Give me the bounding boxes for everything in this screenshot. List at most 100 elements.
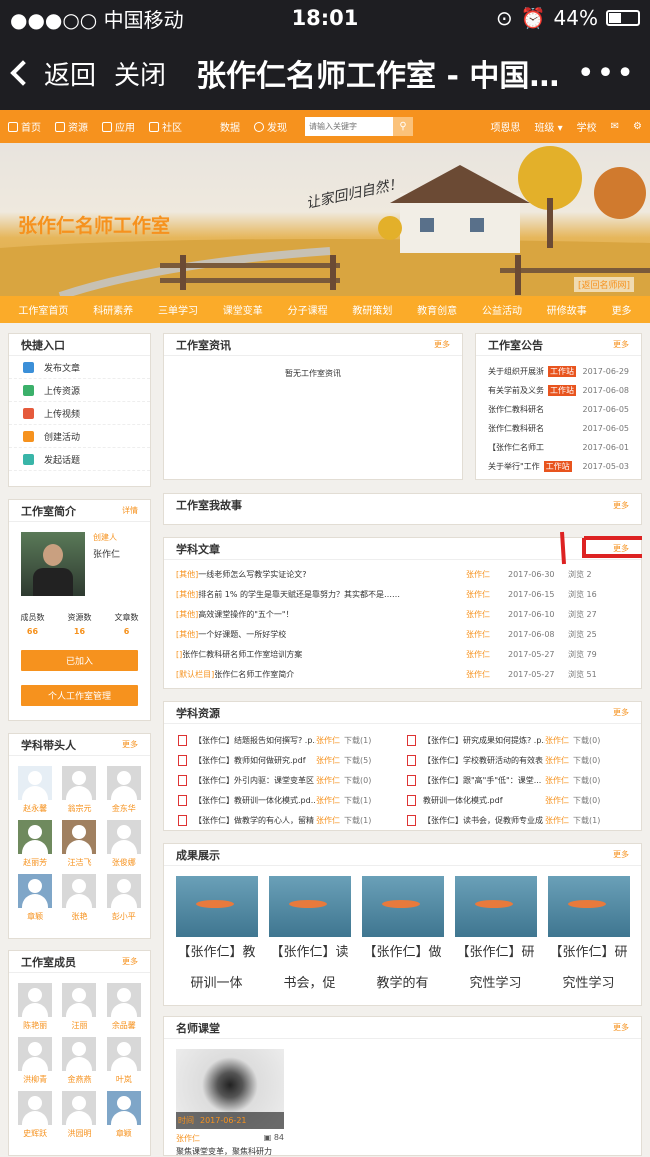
joined-button[interactable]: 已加入 xyxy=(21,650,138,671)
site-top-nav: 首页 资源 应用 社区 数据 发现 ⚲ 项恩思 班级 ▾ 学校 ✉ ⚙ xyxy=(0,110,650,143)
leader-card[interactable]: 章颖 xyxy=(15,874,55,922)
intro-stats: 成员数 66 资源数 16 文章数 6 xyxy=(9,612,150,636)
avatar xyxy=(62,1091,97,1125)
member-card[interactable]: 史辉跃 xyxy=(15,1091,55,1139)
member-card[interactable]: 洪柳青 xyxy=(15,1037,55,1085)
notice-item[interactable]: 有关学前及义务 工作站 2017-06-08 xyxy=(476,381,641,400)
tab-research[interactable]: 科研素养 xyxy=(93,302,133,317)
leader-card[interactable]: 翁宗元 xyxy=(59,766,99,814)
avatar xyxy=(106,1037,141,1071)
tab-planning[interactable]: 教研策划 xyxy=(352,302,392,317)
mail-icon[interactable]: ✉ xyxy=(611,121,619,132)
tab-three-list[interactable]: 三单学习 xyxy=(158,302,198,317)
resource-row[interactable]: 【张作仁】教师如何做研究.pdf 张作仁 下载(5) xyxy=(178,750,403,770)
tab-creative[interactable]: 教育创意 xyxy=(417,302,457,317)
leader-card[interactable]: 金东华 xyxy=(104,766,144,814)
members-more-link[interactable]: 更多 xyxy=(122,956,138,967)
tab-course[interactable]: 分子课程 xyxy=(288,302,328,317)
leaders-more-link[interactable]: 更多 xyxy=(122,739,138,750)
school-link[interactable]: 学校 xyxy=(577,119,597,134)
course-card[interactable]: 时间 2017-06-21 张作仁 ▣ 84 聚焦课堂变革，聚焦科研力 xyxy=(164,1039,641,1157)
tab-charity[interactable]: 公益活动 xyxy=(482,302,522,317)
member-card[interactable]: 余品馨 xyxy=(104,983,144,1031)
achievement-card[interactable]: 【张作仁】做 教学的有 xyxy=(361,876,444,999)
publish-article-link[interactable]: 发布文章 xyxy=(9,356,150,379)
article-row[interactable]: [其他]排名前 1% 的学生是靠天赋还是靠努力？其实都不是…… 张作仁 2017-0… xyxy=(164,584,641,604)
article-row[interactable]: [默认栏目]张作仁名师工作室简介 张作仁 2017-05-27 浏览 51 xyxy=(164,664,641,684)
globe-icon xyxy=(254,121,264,132)
leader-card[interactable]: 汪洁飞 xyxy=(59,820,99,868)
course-author: 张作仁 xyxy=(176,1134,200,1143)
member-card[interactable]: 陈艳丽 xyxy=(15,983,55,1031)
notice-item[interactable]: 张作仁教科研名 2017-06-05 xyxy=(476,419,641,438)
nav-data[interactable]: 数据 xyxy=(220,119,240,134)
nav-discover[interactable]: 发现 xyxy=(254,119,287,134)
notice-more-link[interactable]: 更多 xyxy=(613,339,629,350)
resource-row[interactable]: 【张作仁】学校教研活动的有效表 张作仁 下载(0) xyxy=(407,750,632,770)
story-more-link[interactable]: 更多 xyxy=(613,500,629,511)
achievement-card[interactable]: 【张作仁】研 究性学习 xyxy=(454,876,537,999)
article-row[interactable]: [其他]高效课堂操作的"五个一"！ 张作仁 2017-06-10 浏览 27 xyxy=(164,604,641,624)
leader-card[interactable]: 张俊娜 xyxy=(104,820,144,868)
notice-item[interactable]: 【张作仁名师工 2017-06-01 xyxy=(476,438,641,457)
notice-item[interactable]: 张作仁教科研名 2017-06-05 xyxy=(476,400,641,419)
class-menu[interactable]: 班级 ▾ xyxy=(534,119,562,134)
start-topic-link[interactable]: 发起话题 xyxy=(9,448,150,471)
member-card[interactable]: 金燕燕 xyxy=(59,1037,99,1085)
notice-item[interactable]: 关于组织开展浙 工作站 2017-06-29 xyxy=(476,362,641,381)
article-row[interactable]: []张作仁教科研名师工作室培训方案 张作仁 2017-05-27 浏览 79 xyxy=(164,644,641,664)
resource-row[interactable]: 【张作仁】跟"高"手"低"：课堂... 张作仁 下载(0) xyxy=(407,770,632,790)
return-link[interactable]: [返回名师网] xyxy=(573,277,634,292)
category-tabs: 工作室首页 科研素养 三单学习 课堂变革 分子课程 教研策划 教育创意 公益活动… xyxy=(0,296,650,323)
tab-more[interactable]: 更多 xyxy=(612,302,632,317)
tab-story[interactable]: 研修故事 xyxy=(547,302,587,317)
leader-card[interactable]: 张艳 xyxy=(59,874,99,922)
more-menu-button[interactable]: ••• xyxy=(577,56,636,91)
member-card[interactable]: 汪丽 xyxy=(59,983,99,1031)
nav-apps[interactable]: 应用 xyxy=(102,119,135,134)
resource-row[interactable]: 【张作仁】外引内驱：课堂变革区 张作仁 下载(0) xyxy=(178,770,403,790)
back-button[interactable]: 返回 xyxy=(10,55,96,92)
nav-community[interactable]: 社区 xyxy=(149,119,182,134)
achievement-card[interactable]: 【张作仁】研 究性学习 xyxy=(547,876,630,999)
notice-item[interactable]: 关于举行"工作 工作站 2017-05-03 xyxy=(476,457,641,476)
resource-row[interactable]: 【张作仁】研究成果如何提炼? .p... 张作仁 下载(0) xyxy=(407,730,632,750)
resource-row[interactable]: 【张作仁】读书会，促教师专业成 张作仁 下载(1) xyxy=(407,810,632,830)
achieve-more-link[interactable]: 更多 xyxy=(613,849,629,860)
nav-home[interactable]: 首页 xyxy=(8,119,41,134)
upload-video-link[interactable]: 上传视频 xyxy=(9,402,150,425)
tab-home[interactable]: 工作室首页 xyxy=(18,302,68,317)
story-title: 工作室我故事 xyxy=(176,499,242,512)
member-card[interactable]: 叶岚 xyxy=(104,1037,144,1085)
member-card[interactable]: 章颖 xyxy=(104,1091,144,1139)
intro-title: 工作室简介 xyxy=(21,504,76,518)
resources-more-link[interactable]: 更多 xyxy=(613,707,629,718)
resource-downloads: 下载(0) xyxy=(344,775,372,785)
intro-detail-link[interactable]: 详情 xyxy=(122,505,138,516)
achievement-card[interactable]: 【张作仁】教 研训一体 xyxy=(175,876,258,999)
nav-resource[interactable]: 资源 xyxy=(55,119,88,134)
search-input[interactable] xyxy=(305,117,393,136)
search-button[interactable]: ⚲ xyxy=(393,117,413,136)
user-name[interactable]: 项恩思 xyxy=(490,119,520,134)
resource-row[interactable]: 【张作仁】做教学的有心人，留精 张作仁 下载(1) xyxy=(178,810,403,830)
resource-row[interactable]: 【张作仁】教研训一体化模式.pd... 张作仁 下载(1) xyxy=(178,790,403,810)
news-more-link[interactable]: 更多 xyxy=(434,339,450,350)
achievement-card[interactable]: 【张作仁】读 书会，促 xyxy=(268,876,351,999)
course-more-link[interactable]: 更多 xyxy=(613,1022,629,1033)
tab-classroom[interactable]: 课堂变革 xyxy=(223,302,263,317)
article-row[interactable]: [其他]一个好课题、一所好学校 张作仁 2017-06-08 浏览 25 xyxy=(164,624,641,644)
close-button[interactable]: 关闭 xyxy=(114,55,166,92)
upload-resource-link[interactable]: 上传资源 xyxy=(9,379,150,402)
manage-studio-button[interactable]: 个人工作室管理 xyxy=(21,685,138,706)
leader-card[interactable]: 赵丽芳 xyxy=(15,820,55,868)
leader-card[interactable]: 彭小平 xyxy=(104,874,144,922)
create-activity-link[interactable]: 创建活动 xyxy=(9,425,150,448)
settings-icon[interactable]: ⚙ xyxy=(633,121,642,132)
leader-card[interactable]: 赵永馨 xyxy=(15,766,55,814)
resource-row[interactable]: 教研训一体化模式.pdf 张作仁 下载(0) xyxy=(407,790,632,810)
articles-title: 学科文章 xyxy=(176,542,220,556)
resource-row[interactable]: 【张作仁】结题报告如何撰写? .p... 张作仁 下载(1) xyxy=(178,730,403,750)
member-card[interactable]: 洪园明 xyxy=(59,1091,99,1139)
status-bar: ●●●○○ 中国移动 18:01 ⊙ ⏰ 44% xyxy=(0,0,650,36)
